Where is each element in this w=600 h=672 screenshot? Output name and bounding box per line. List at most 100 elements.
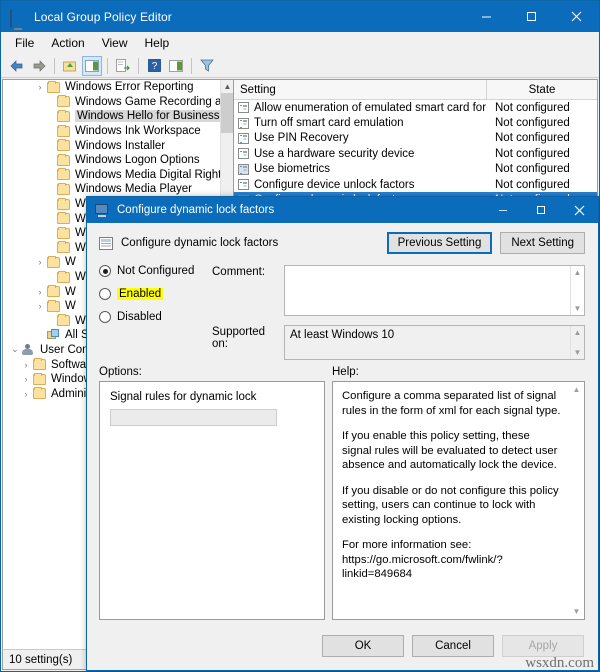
comment-scroll-down-icon[interactable]: ▼: [574, 304, 582, 313]
policy-icon: [238, 163, 249, 175]
dialog-title: Configure dynamic lock factors: [117, 204, 275, 216]
setting-state: Not configured: [495, 132, 570, 145]
policy-setting-icon: [99, 236, 113, 250]
help-scrollbar[interactable]: ▲ ▼: [570, 383, 583, 618]
tree-item[interactable]: Windows Media Player: [3, 182, 233, 197]
tree-scroll-thumb[interactable]: [221, 93, 233, 133]
scroll-up-icon[interactable]: ▲: [221, 80, 233, 93]
ok-button[interactable]: OK: [322, 635, 404, 657]
help-panel: Configure a comma separated list of sign…: [332, 381, 585, 620]
tree-expander-icon[interactable]: ›: [33, 287, 47, 297]
table-row[interactable]: Use biometrics Not configured: [234, 162, 597, 177]
dialog-close-button[interactable]: [560, 197, 598, 223]
supported-scroll-down-icon[interactable]: ▼: [574, 348, 582, 357]
tree-item[interactable]: Windows Hello for Business: [3, 109, 233, 124]
setting-name: Use biometrics: [254, 163, 331, 176]
screenshot-root: Local Group Policy Editor File Action Vi…: [0, 0, 600, 672]
cancel-button[interactable]: Cancel: [412, 635, 494, 657]
tree-item[interactable]: › Windows Error Reporting: [3, 80, 233, 95]
tree-expander-icon[interactable]: ⌄: [8, 344, 22, 355]
column-header-state[interactable]: State: [487, 80, 597, 100]
tree-expander-icon[interactable]: ›: [19, 360, 33, 370]
svg-text:?: ?: [151, 61, 157, 72]
tree-expander-icon[interactable]: ›: [19, 389, 33, 399]
table-row[interactable]: Use PIN Recovery Not configured: [234, 131, 597, 146]
folder-icon: [57, 270, 70, 283]
tree-expander-icon[interactable]: ›: [33, 301, 47, 311]
tree-expander-icon[interactable]: ›: [33, 82, 47, 92]
folder-icon: [57, 197, 70, 210]
radio-not-configured-circle: [99, 265, 111, 277]
radio-not-configured-label: Not Configured: [117, 265, 195, 277]
menu-action[interactable]: Action: [43, 34, 92, 52]
dialog-minimize-button[interactable]: [484, 197, 522, 223]
comment-scroll-up-icon[interactable]: ▲: [574, 268, 582, 277]
supported-on-label: Supported on:: [212, 326, 266, 350]
status-text: 10 setting(s): [9, 653, 73, 666]
forward-arrow-icon[interactable]: [29, 56, 49, 76]
setting-name: Use PIN Recovery: [254, 132, 349, 145]
tree-item[interactable]: Windows Game Recording and Bro: [3, 95, 233, 110]
folder-icon: [57, 153, 70, 166]
tree-expander-icon[interactable]: ›: [33, 257, 47, 267]
radio-enabled[interactable]: Enabled: [99, 288, 212, 300]
toolbar-separator-2: [107, 57, 108, 74]
dialog-maximize-button[interactable]: [522, 197, 560, 223]
previous-setting-button[interactable]: Previous Setting: [386, 232, 493, 254]
radio-enabled-circle: [99, 288, 111, 300]
up-folder-icon[interactable]: [60, 56, 80, 76]
comment-scrollbar[interactable]: ▲ ▼: [570, 266, 584, 315]
folder-icon: [57, 139, 70, 152]
help-scroll-up-icon[interactable]: ▲: [573, 385, 581, 394]
folder-icon: [33, 387, 46, 400]
tree-item[interactable]: Windows Media Digital Rights Ma: [3, 168, 233, 183]
properties-icon[interactable]: [166, 56, 186, 76]
dialog-window-controls: [484, 197, 598, 223]
list-header: Setting State: [234, 80, 597, 100]
menu-view[interactable]: View: [94, 34, 136, 52]
setting-state: Not configured: [495, 178, 570, 191]
tree-item[interactable]: Windows Logon Options: [3, 153, 233, 168]
maximize-button[interactable]: [509, 1, 554, 32]
radio-disabled[interactable]: Disabled: [99, 311, 212, 323]
table-row[interactable]: Turn off smart card emulation Not configu…: [234, 115, 597, 130]
menu-file[interactable]: File: [7, 34, 42, 52]
radio-not-configured[interactable]: Not Configured: [99, 265, 212, 277]
setting-name: Turn off smart card emulation: [254, 117, 404, 130]
table-row[interactable]: Allow enumeration of emulated smart card…: [234, 100, 597, 115]
toolbar-separator: [54, 57, 55, 74]
menu-help[interactable]: Help: [137, 34, 178, 52]
tree-item[interactable]: Windows Installer: [3, 138, 233, 153]
table-row[interactable]: Configure device unlock factors Not confi…: [234, 177, 597, 192]
close-button[interactable]: [554, 1, 599, 32]
supported-on-value: At least Windows 10 ▲ ▼: [284, 325, 585, 360]
back-arrow-icon[interactable]: [7, 56, 27, 76]
table-row[interactable]: Use a hardware security device Not config…: [234, 146, 597, 161]
column-header-setting[interactable]: Setting: [234, 80, 487, 100]
all-settings-icon: [47, 329, 60, 341]
window-controls: [464, 1, 599, 32]
signal-rules-input[interactable]: [110, 409, 277, 426]
help-icon[interactable]: ?: [144, 56, 164, 76]
folder-icon: [47, 285, 60, 298]
tree-expander-icon[interactable]: ›: [19, 374, 33, 384]
policy-icon: [238, 132, 249, 144]
state-radio-group: Not Configured Enabled Disabled: [99, 265, 212, 360]
tree-item[interactable]: Windows Ink Workspace: [3, 124, 233, 139]
folder-icon: [47, 80, 60, 93]
minimize-button[interactable]: [464, 1, 509, 32]
section-labels-row: Options: Help:: [87, 366, 598, 378]
export-list-icon[interactable]: [113, 56, 133, 76]
filter-icon[interactable]: [197, 56, 217, 76]
supported-scroll-up-icon[interactable]: ▲: [574, 328, 582, 337]
help-scroll-down-icon[interactable]: ▼: [573, 607, 581, 616]
help-paragraph: Configure a comma separated list of sign…: [342, 390, 561, 417]
show-hide-tree-icon[interactable]: [82, 55, 102, 76]
comment-input[interactable]: ▲ ▼: [284, 265, 585, 316]
next-setting-button[interactable]: Next Setting: [500, 232, 585, 254]
tree-item-label: W: [65, 300, 76, 313]
policy-icon: [238, 179, 249, 191]
supported-scrollbar[interactable]: ▲ ▼: [570, 326, 584, 359]
signal-rules-label: Signal rules for dynamic lock: [110, 391, 257, 403]
radio-disabled-label: Disabled: [117, 311, 162, 323]
